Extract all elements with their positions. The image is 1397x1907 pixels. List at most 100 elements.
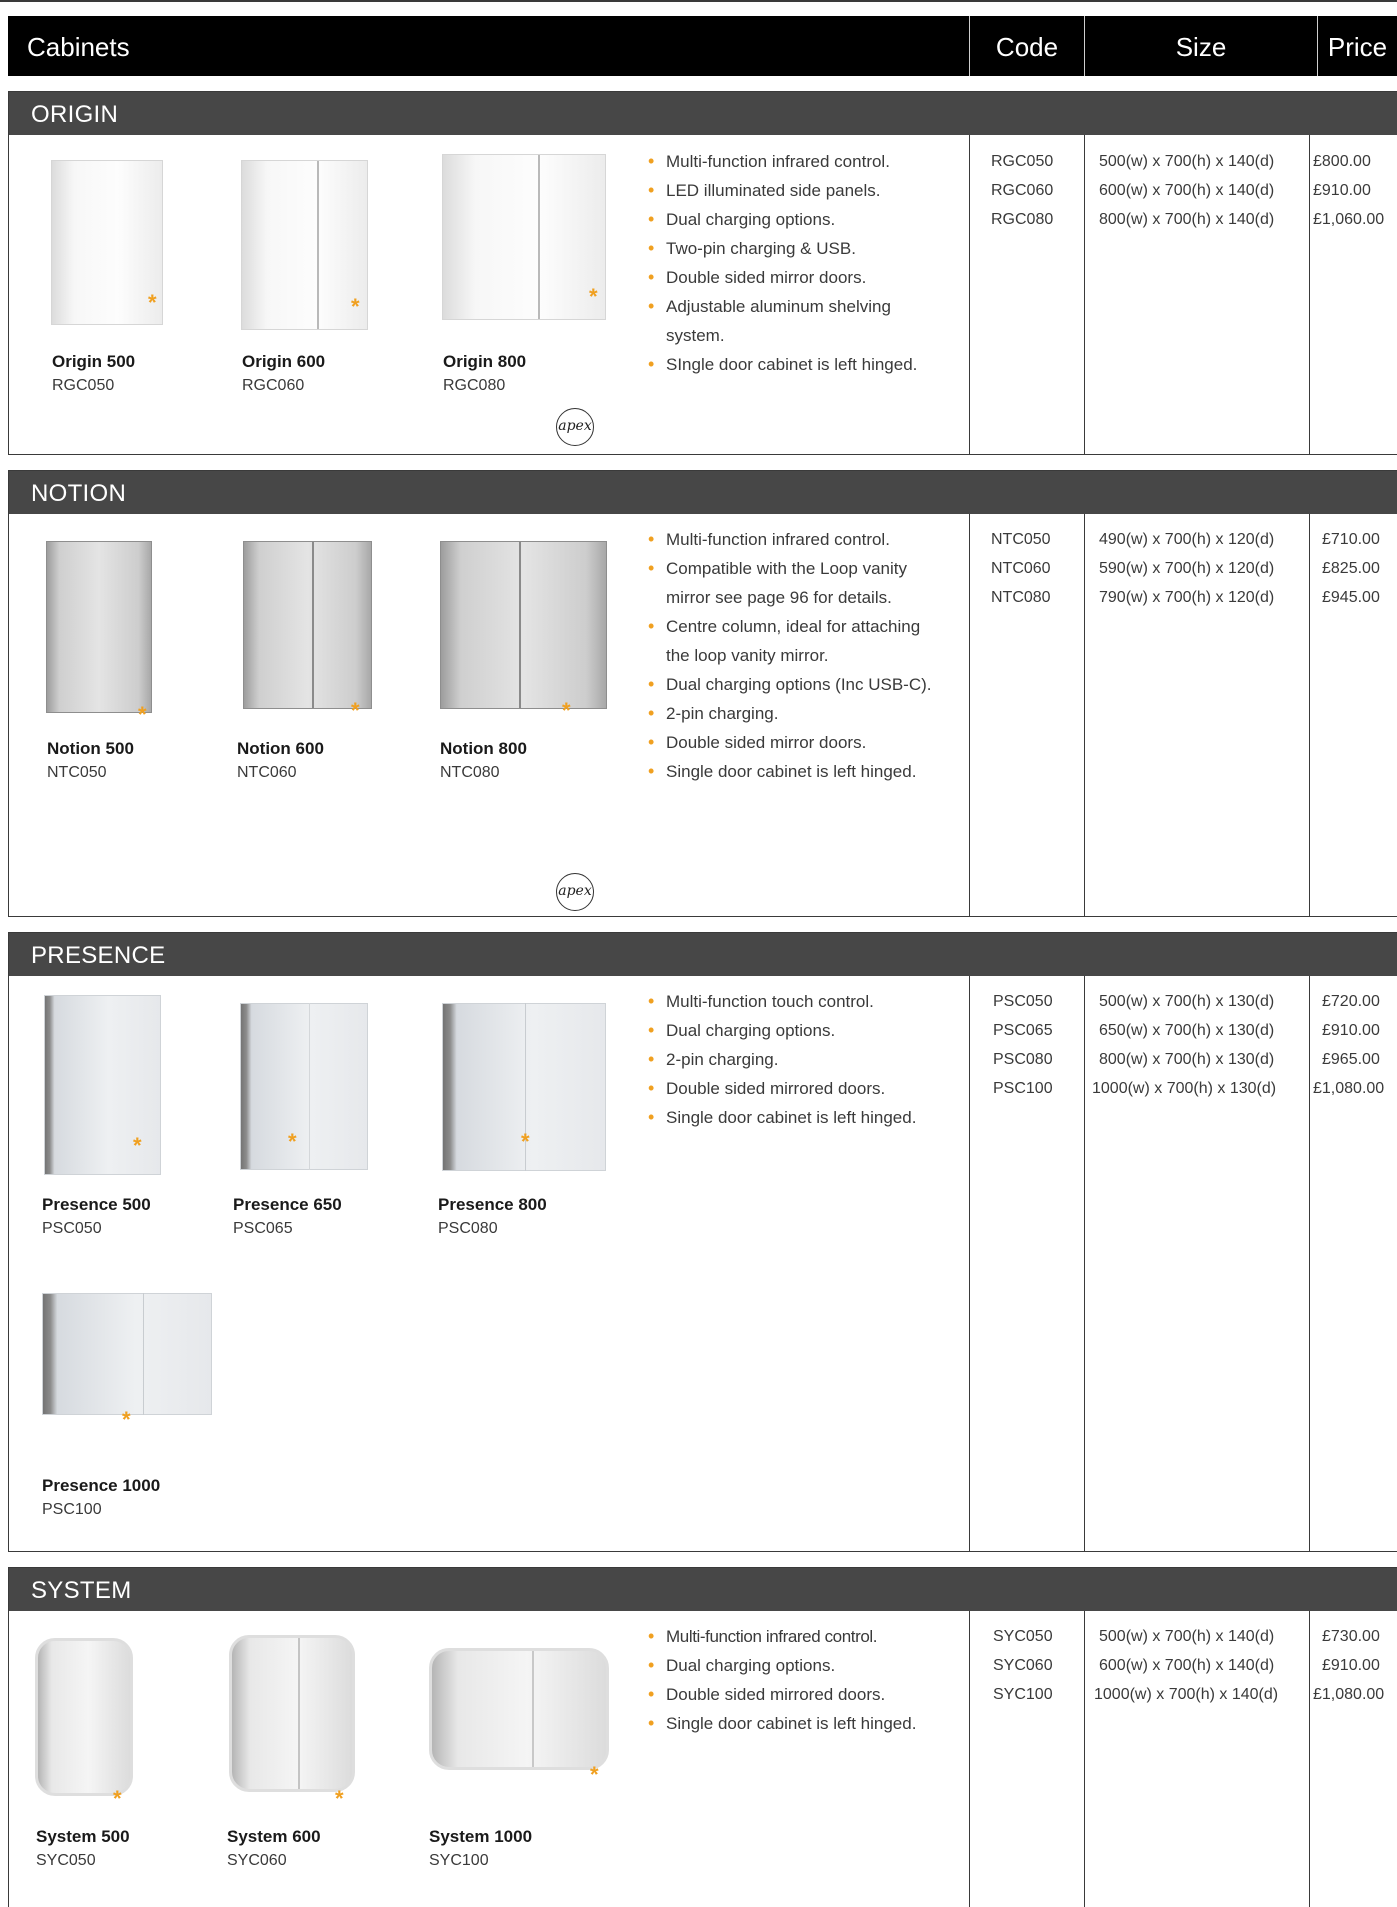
feature-item: Double sided mirrored doors. (646, 1074, 946, 1103)
door-split (298, 1638, 300, 1789)
star-icon: * (148, 290, 157, 315)
product-name: Notion 800 (440, 739, 527, 758)
feature-item: Dual charging options (Inc USB-C). (646, 670, 946, 699)
price-cell: £1,080.00 (1313, 1686, 1385, 1703)
size-column: 500(w) x 700(h) x 140(d) 600(w) x 700(h)… (1094, 1622, 1278, 1709)
code-cell: SYC050 (993, 1628, 1053, 1645)
price-cell: £825.00 (1322, 560, 1380, 577)
price-column: £800.00 £910.00 £1,060.00 (1313, 147, 1384, 234)
section-notion: NOTION * Notion 500 NTC050 * Notion 600 … (8, 470, 1397, 917)
feature-item: 2-pin charging. (646, 1045, 946, 1074)
size-column: 500(w) x 700(h) x 130(d) 650(w) x 700(h)… (1092, 987, 1276, 1103)
feature-item: Multi-function infrared control. (646, 525, 946, 554)
price-cell: £910.00 (1322, 1657, 1380, 1674)
feature-item: Double sided mirror doors. (646, 263, 946, 292)
star-icon: * (122, 1407, 131, 1432)
feature-item: Dual charging options. (646, 1651, 946, 1680)
product-name: System 500 (36, 1827, 130, 1846)
product-code: SYC060 (227, 1852, 287, 1869)
feature-item: Two-pin charging & USB. (646, 234, 946, 263)
product-code: NTC060 (237, 764, 297, 781)
feature-item: 2-pin charging. (646, 699, 946, 728)
size-cell: 790(w) x 700(h) x 120(d) (1099, 589, 1275, 606)
star-icon: * (351, 698, 360, 723)
product-code: RGC060 (242, 377, 305, 394)
product-name: Origin 500 (52, 352, 136, 371)
code-cell: PSC050 (993, 993, 1053, 1010)
code-cell: PSC065 (993, 1022, 1053, 1039)
feature-item: Single door cabinet is left hinged. (646, 757, 946, 786)
column-divider (1084, 976, 1085, 1551)
column-divider (1309, 1611, 1310, 1907)
column-divider (1309, 514, 1310, 916)
star-icon: * (288, 1129, 297, 1154)
feature-item: Adjustable aluminum shelving system. (646, 292, 946, 350)
cabinet-image (440, 541, 607, 709)
size-column: 490(w) x 700(h) x 120(d) 590(w) x 700(h)… (1099, 525, 1274, 612)
size-cell: 500(w) x 700(h) x 140(d) (1099, 153, 1275, 170)
product-name: Presence 800 (438, 1195, 547, 1214)
price-cell: £1,060.00 (1313, 211, 1385, 228)
section-presence: PRESENCE * Presence 500 PSC050 * Presenc… (8, 932, 1397, 1552)
cabinet-image (51, 160, 163, 325)
star-icon: * (589, 284, 598, 309)
code-column: RGC050 RGC060 RGC080 (991, 147, 1053, 234)
code-cell: NTC080 (991, 589, 1051, 606)
table-header: Cabinets Code Size Price (8, 16, 1397, 76)
column-divider (969, 135, 970, 454)
cabinet-image (46, 541, 152, 713)
feature-item: Single door cabinet is left hinged. (646, 1709, 946, 1738)
cabinet-image (44, 995, 161, 1175)
column-divider (969, 976, 970, 1551)
product-code: PSC065 (233, 1220, 293, 1237)
size-cell: 490(w) x 700(h) x 120(d) (1099, 531, 1275, 548)
price-cell: £965.00 (1322, 1051, 1380, 1068)
header-size: Size (1175, 32, 1227, 62)
code-cell: SYC060 (993, 1657, 1053, 1674)
size-cell: 600(w) x 700(h) x 140(d) (1099, 1657, 1275, 1674)
code-cell: PSC100 (993, 1080, 1053, 1097)
door-split (312, 542, 314, 708)
product-name: System 600 (227, 1827, 321, 1846)
door-split (317, 161, 319, 329)
code-column: PSC050 PSC065 PSC080 PSC100 (993, 987, 1053, 1103)
column-divider (1309, 135, 1310, 454)
cabinet-image (241, 160, 368, 330)
door-split (532, 1651, 534, 1767)
section-title: PRESENCE (9, 933, 1397, 976)
column-divider (969, 514, 970, 916)
product-code: RGC050 (52, 377, 115, 394)
star-icon: * (521, 1129, 530, 1154)
section-origin: ORIGIN * Origin 500 RGC050 * Origin 600 … (8, 91, 1397, 455)
feature-item: SIngle door cabinet is left hinged. (646, 350, 946, 379)
section-title: NOTION (9, 471, 1397, 514)
feature-item: Dual charging options. (646, 205, 946, 234)
cabinet-image (229, 1635, 355, 1792)
cabinet-image (35, 1638, 133, 1796)
price-cell: £800.00 (1313, 153, 1371, 170)
product-code: PSC080 (438, 1220, 498, 1237)
cabinet-image (243, 541, 372, 709)
size-cell: 500(w) x 700(h) x 140(d) (1099, 1628, 1275, 1645)
cabinet-image (442, 154, 606, 320)
price-cell: £730.00 (1322, 1628, 1380, 1645)
header-price: Price (1327, 32, 1388, 62)
product-name: Origin 800 (443, 352, 527, 371)
product-code: NTC050 (47, 764, 107, 781)
product-name: Origin 600 (242, 352, 326, 371)
star-icon: * (113, 1786, 122, 1811)
star-icon: * (133, 1133, 142, 1158)
feature-item: Compatible with the Loop vanity mirror s… (646, 554, 946, 612)
feature-list: Multi-function infrared control. Dual ch… (646, 1622, 946, 1738)
star-icon: * (138, 702, 147, 727)
size-cell: 500(w) x 700(h) x 130(d) (1099, 993, 1275, 1010)
price-column: £710.00 £825.00 £945.00 (1322, 525, 1380, 612)
size-column: 500(w) x 700(h) x 140(d) 600(w) x 700(h)… (1099, 147, 1274, 234)
product-name: Presence 1000 (42, 1476, 161, 1495)
header-code: Code (995, 32, 1059, 62)
star-icon: * (590, 1762, 599, 1787)
code-column: NTC050 NTC060 NTC080 (991, 525, 1051, 612)
feature-list: Multi-function touch control. Dual charg… (646, 987, 946, 1132)
code-cell: RGC080 (991, 211, 1054, 228)
code-column: SYC050 SYC060 SYC100 (993, 1622, 1053, 1709)
